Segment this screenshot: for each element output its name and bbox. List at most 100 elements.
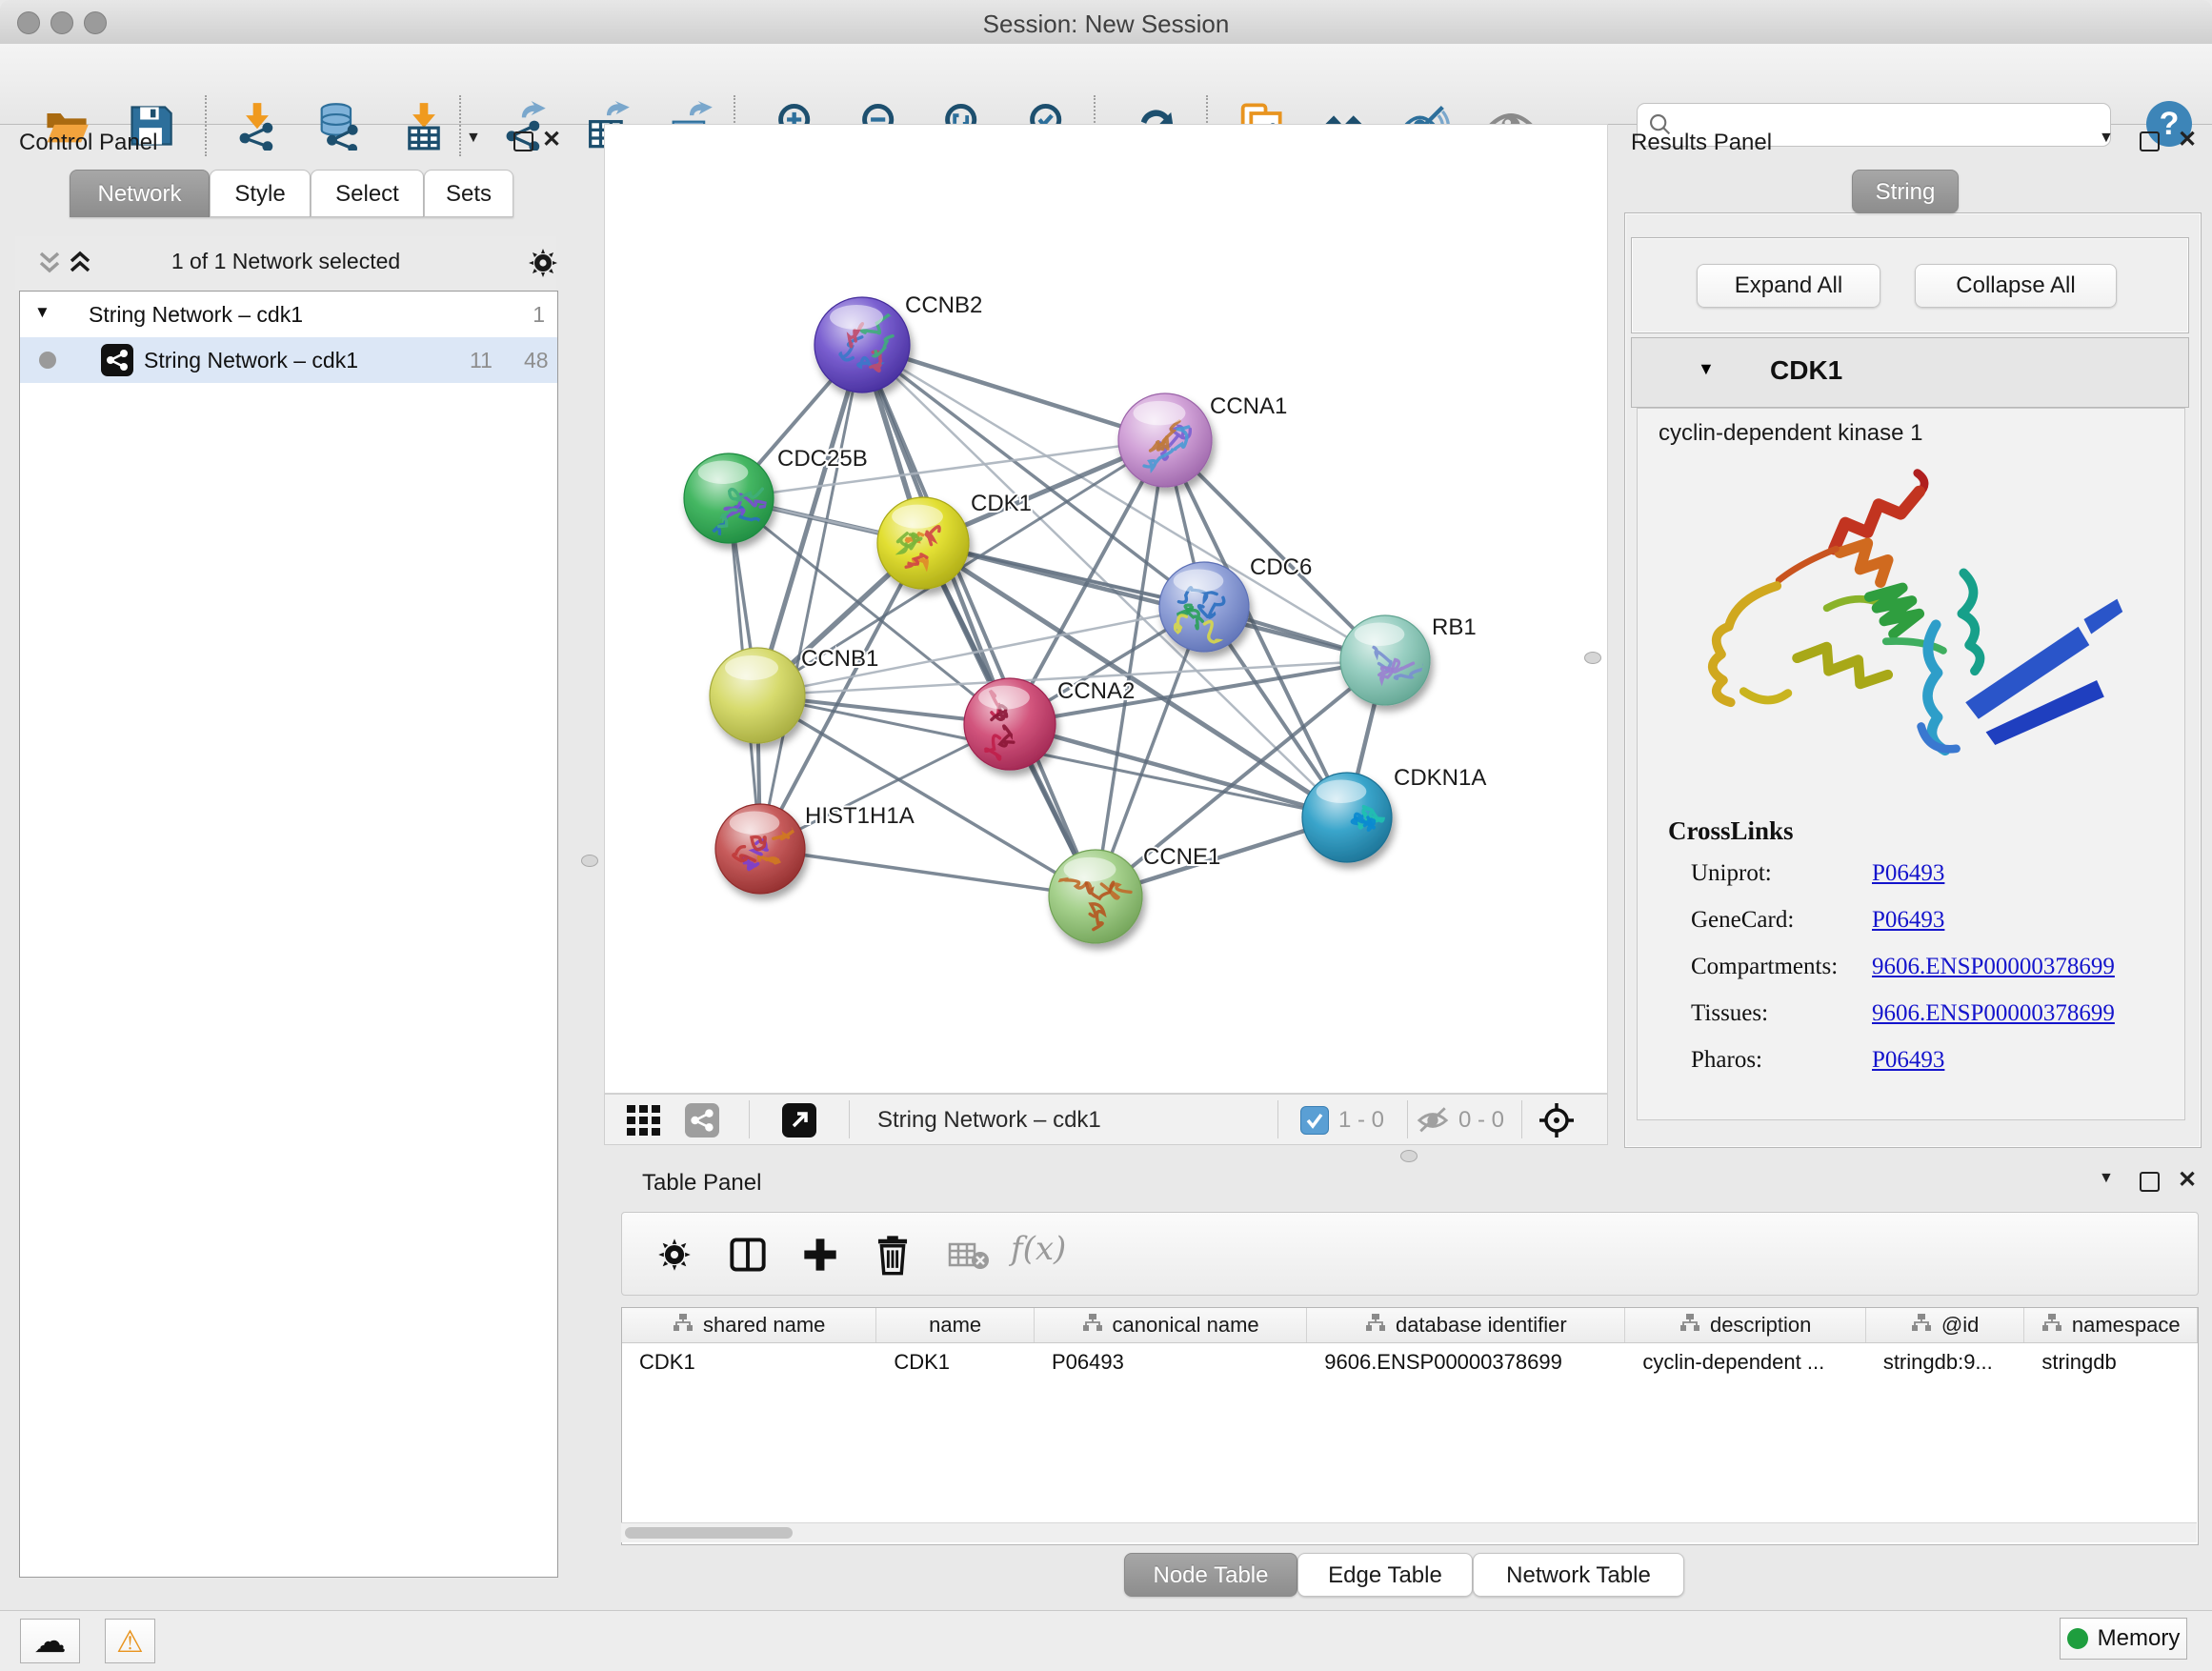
table-row[interactable]: CDK1CDK1P064939606.ENSP00000378699cyclin… [622,1343,2198,1381]
network-row[interactable]: String Network – cdk1 11 48 [20,337,557,383]
right-splitter-handle[interactable] [1584,652,1601,664]
results-panel-close-icon[interactable]: ✕ [2178,126,2197,153]
separator [1407,1100,1408,1138]
network-canvas[interactable]: CCNB2CCNA1CDC25BCDK1CDC6RB1CCNB1CCNA2CDK… [604,124,1608,1094]
collapse-all-button[interactable]: Collapse All [1915,264,2117,308]
protein-expander-icon[interactable]: ▼ [1698,359,1715,379]
crosslink-value-link[interactable]: P06493 [1872,1047,1944,1074]
tab-style[interactable]: Style [210,170,311,217]
column-header-description[interactable]: description [1625,1308,1865,1342]
control-panel: Control Panel ▼ ✕ Network Style Select S… [8,124,564,1610]
table-horizontal-scrollbar[interactable] [621,1522,2197,1542]
gear-icon[interactable] [527,247,559,279]
collapse-all-icon[interactable] [37,250,62,276]
table-cell: CDK1 [622,1343,876,1381]
show-columns-icon[interactable] [729,1236,767,1274]
crosslink-value-link[interactable]: P06493 [1872,860,1944,887]
column-header-database-identifier[interactable]: database identifier [1307,1308,1625,1342]
scrollbar-thumb[interactable] [625,1527,793,1539]
cloud-button[interactable]: ☁ [20,1619,80,1663]
network-node-CDKN1A[interactable] [1302,773,1392,862]
bottom-splitter-handle[interactable] [1400,1150,1418,1162]
network-node-CCNA1[interactable] [1118,393,1212,487]
node-label-CDC6: CDC6 [1250,554,1312,580]
warnings-button[interactable]: ⚠ [105,1619,155,1663]
tab-network[interactable]: Network [70,170,210,217]
network-share-view-icon[interactable] [685,1103,719,1137]
expand-all-button[interactable]: Expand All [1697,264,1880,308]
hidden-eye-icon[interactable] [1417,1105,1449,1136]
crosslink-value-link[interactable]: 9606.ENSP00000378699 [1872,954,2115,980]
separator [1277,1100,1278,1138]
table-panel-menu-icon[interactable]: ▼ [2099,1170,2114,1187]
protein-name: CDK1 [1770,355,1842,386]
crosslink-row: GeneCard:P06493 [1638,899,2186,946]
node-table[interactable]: shared namenamecanonical namedatabase id… [621,1307,2199,1545]
tab-string[interactable]: String [1852,170,1959,213]
control-panel-menu-icon[interactable]: ▼ [466,130,481,147]
tab-network-table[interactable]: Network Table [1473,1553,1684,1597]
network-node-CCNB1[interactable] [710,648,805,743]
hierarchy-icon [1365,1313,1386,1338]
crosslink-value-link[interactable]: 9606.ENSP00000378699 [1872,1000,2115,1027]
column-header-canonical-name[interactable]: canonical name [1035,1308,1307,1342]
grid-view-icon[interactable] [626,1104,662,1137]
table-cell: CDK1 [876,1343,1035,1381]
crosslink-label: Pharos: [1691,1047,1762,1074]
tab-select[interactable]: Select [311,170,424,217]
network-node-CDC25B[interactable] [684,453,774,543]
detach-view-icon[interactable] [782,1103,816,1137]
table-panel-title: Table Panel [642,1170,761,1197]
crosslink-value-link[interactable]: P06493 [1872,907,1944,934]
node-label-CCNB2: CCNB2 [905,292,982,318]
collection-count: 1 [533,302,545,328]
memory-status-dot [2067,1628,2088,1649]
table-panel-close-icon[interactable]: ✕ [2178,1166,2197,1194]
network-view-toolbar: String Network – cdk1 1 - 0 0 - 0 [604,1094,1608,1145]
birds-eye-icon[interactable] [1538,1102,1575,1138]
memory-button[interactable]: Memory [2060,1618,2187,1660]
create-column-icon[interactable] [801,1236,839,1274]
network-node-HIST1H1A[interactable] [715,804,805,894]
title-bar: Session: New Session [0,0,2212,45]
network-node-CCNA2[interactable] [964,677,1056,770]
column-header--id[interactable]: @id [1866,1308,2025,1342]
table-panel-float-icon[interactable] [2140,1172,2160,1192]
network-collection-row[interactable]: ▼ String Network – cdk1 1 [20,292,557,337]
selected-node-edge-counts: 1 - 0 [1338,1107,1384,1134]
protein-description: cyclin-dependent kinase 1 [1659,420,1923,447]
results-panel-float-icon[interactable] [2140,131,2160,151]
selected-checkbox-icon[interactable] [1300,1106,1329,1135]
crosslink-row: Uniprot:P06493 [1638,853,2186,899]
function-builder-icon[interactable]: f(x) [1011,1230,1066,1268]
column-header-shared-name[interactable]: shared name [622,1308,876,1342]
control-panel-float-icon[interactable] [513,131,533,151]
tab-sets[interactable]: Sets [424,170,513,217]
hidden-node-edge-counts: 0 - 0 [1458,1107,1504,1134]
cloud-icon: ☁ [34,1622,67,1661]
delete-column-icon[interactable] [874,1234,912,1276]
network-node-CCNE1[interactable] [1049,850,1142,943]
results-panel-menu-icon[interactable]: ▼ [2099,130,2114,147]
delete-table-icon[interactable] [948,1241,990,1270]
protein-section-header[interactable]: ▼ CDK1 [1631,337,2189,408]
control-panel-close-icon[interactable]: ✕ [542,126,561,153]
network-node-CCNB2[interactable] [814,297,910,393]
node-label-HIST1H1A: HIST1H1A [805,803,915,829]
column-header-name[interactable]: name [876,1308,1035,1342]
network-node-RB1[interactable] [1340,615,1430,705]
left-splitter-handle[interactable] [581,855,598,867]
network-node-CDC6[interactable] [1159,562,1249,652]
tab-edge-table[interactable]: Edge Table [1297,1553,1473,1597]
protein-section-body: cyclin-dependent kinase 1 [1637,408,2185,1120]
network-node-CDK1[interactable] [877,497,969,589]
expand-all-icon[interactable] [68,250,92,276]
network-graph[interactable]: CCNB2CCNA1CDC25BCDK1CDC6RB1CCNB1CCNA2CDK… [605,125,1607,1093]
collection-expander-icon[interactable]: ▼ [34,303,50,322]
network-name: String Network – cdk1 [144,348,358,373]
tab-node-table[interactable]: Node Table [1124,1553,1297,1597]
column-header-namespace[interactable]: namespace [2024,1308,2198,1342]
separator [749,1100,750,1138]
separator [849,1100,850,1138]
table-gear-icon[interactable] [656,1237,693,1273]
